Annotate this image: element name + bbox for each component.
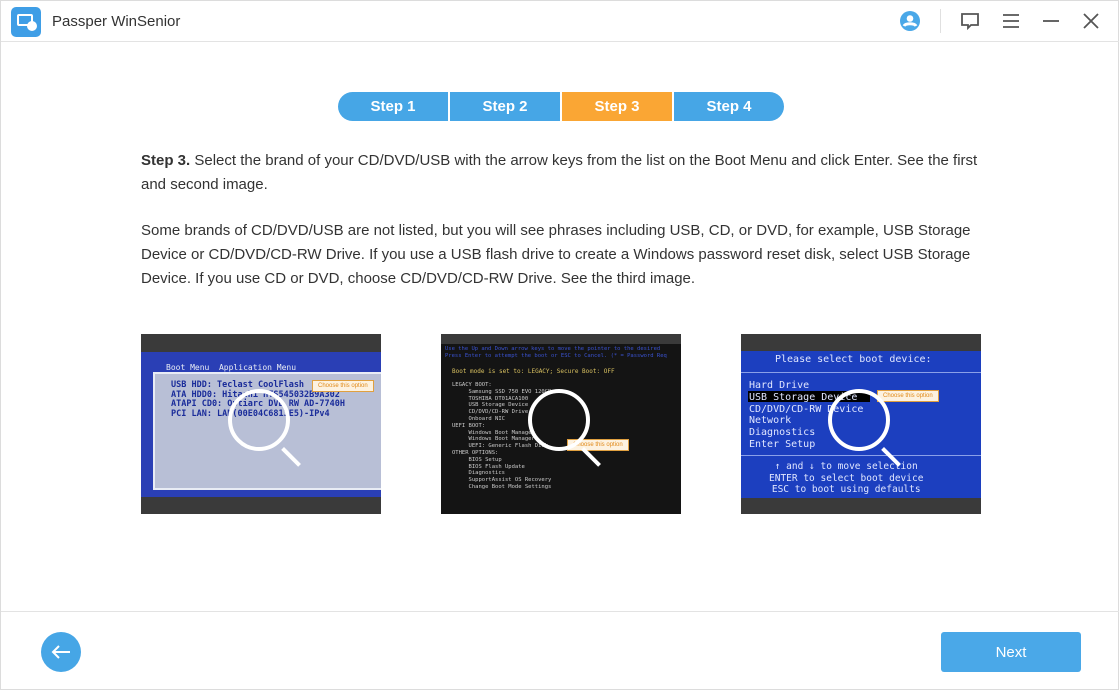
- close-icon[interactable]: [1080, 10, 1102, 32]
- app-title: Passper WinSenior: [52, 13, 181, 30]
- magnifier-icon: [228, 389, 290, 451]
- minimize-icon[interactable]: [1040, 10, 1062, 32]
- app-logo-icon: [11, 7, 41, 37]
- choose-option-tooltip: Choose this option: [312, 380, 374, 392]
- instruction-paragraph-1: Step 3. Select the brand of your CD/DVD/…: [141, 149, 981, 197]
- image-tabs: Boot Menu Application Menu: [166, 363, 297, 372]
- magnifier-icon: [828, 389, 890, 451]
- step-1: Step 1: [338, 92, 448, 121]
- step-label: Step 3.: [141, 152, 191, 169]
- boot-menu-image-3[interactable]: Please select boot device: Hard Drive US…: [741, 334, 981, 514]
- title-bar: Passper WinSenior: [1, 1, 1119, 42]
- menu-icon[interactable]: [1000, 10, 1022, 32]
- instruction-paragraph-2: Some brands of CD/DVD/USB are not listed…: [141, 222, 971, 287]
- feedback-icon[interactable]: [959, 10, 981, 32]
- image-boot-mode: Boot mode is set to: LEGACY; Secure Boot…: [452, 368, 615, 375]
- user-icon[interactable]: [899, 10, 921, 32]
- divider: [940, 9, 941, 33]
- boot-menu-image-1[interactable]: Boot Menu Application Menu USB HDD: Tecl…: [141, 334, 381, 514]
- instruction-text: Select the brand of your CD/DVD/USB with…: [141, 152, 978, 193]
- step-progress: Step 1 Step 2 Step 3 Step 4: [338, 92, 784, 121]
- step-2: Step 2: [450, 92, 560, 121]
- step-4: Step 4: [674, 92, 784, 121]
- choose-option-tooltip: Choose this option: [877, 390, 939, 402]
- image-instructions: ↑ and ↓ to move selection ENTER to selec…: [769, 461, 924, 495]
- magnifier-icon: [528, 389, 590, 451]
- image-header: Please select boot device:: [775, 354, 932, 365]
- boot-menu-image-2[interactable]: Use the Up and Down arrow keys to move t…: [441, 334, 681, 514]
- image-header: Use the Up and Down arrow keys to move t…: [445, 346, 667, 359]
- next-button[interactable]: Next: [941, 632, 1081, 672]
- back-button[interactable]: [41, 632, 81, 672]
- arrow-left-icon: [51, 645, 70, 659]
- step-3: Step 3: [562, 92, 672, 121]
